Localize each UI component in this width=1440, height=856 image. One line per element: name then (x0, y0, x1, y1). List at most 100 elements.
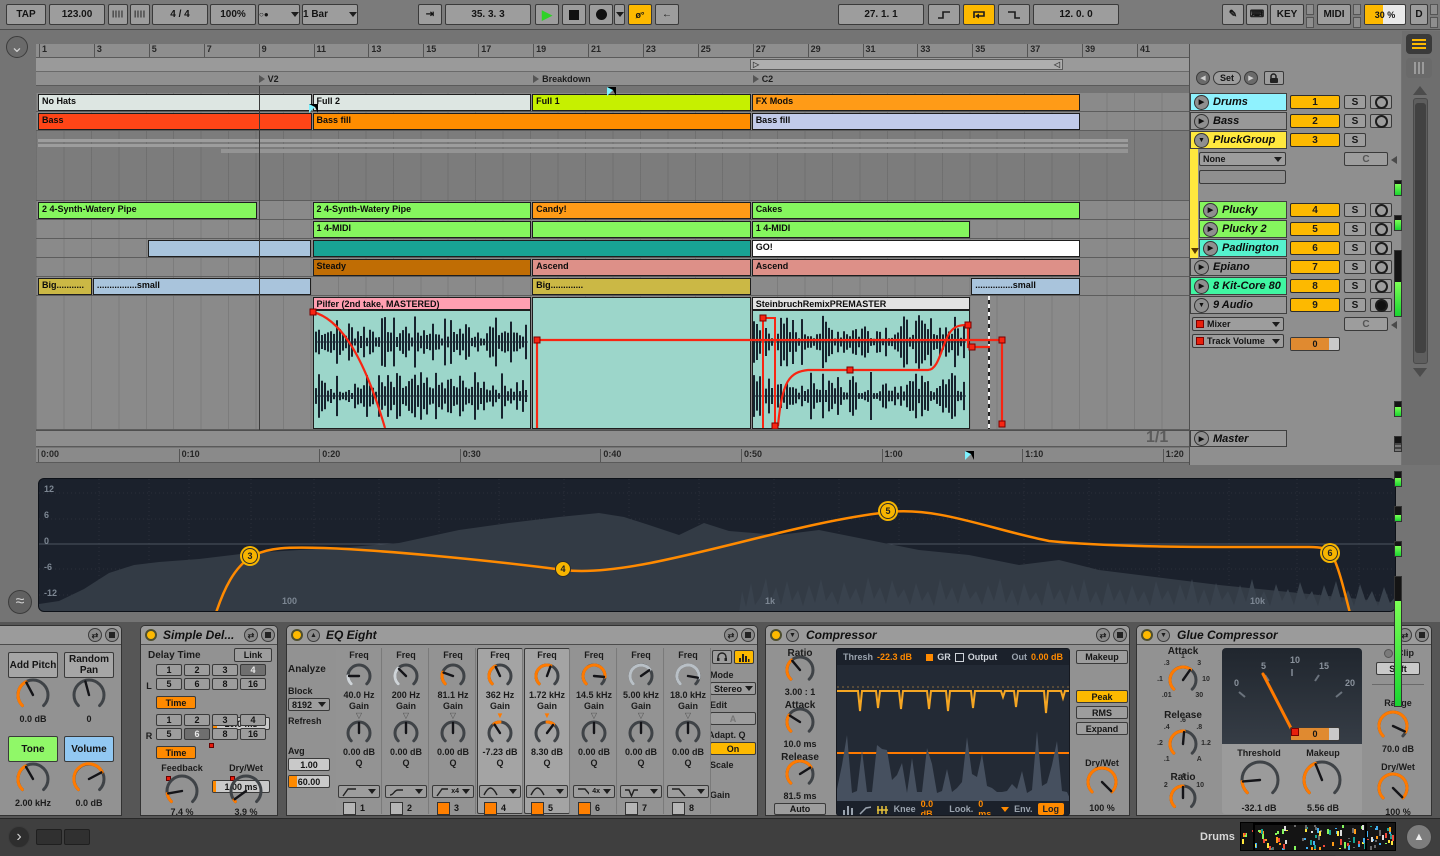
freq-knob[interactable] (391, 661, 421, 691)
gain-knob[interactable] (438, 718, 468, 748)
arm-button[interactable] (1370, 95, 1392, 109)
save-preset-icon[interactable] (1113, 628, 1127, 642)
scroll-up-icon[interactable] (1413, 86, 1427, 95)
track-header-8-kit-core-80[interactable]: ▶ 8 Kit-Core 80 (1190, 277, 1287, 295)
group-fold-icon[interactable] (1191, 248, 1199, 254)
delay-beat-button[interactable]: 8 (212, 728, 238, 740)
tap-tempo-button[interactable]: TAP (6, 4, 46, 25)
device-power-button[interactable] (1141, 629, 1153, 641)
freq-value[interactable]: 14.5 kHz (571, 690, 617, 700)
band-activator-row[interactable]: 6 (578, 801, 612, 815)
save-preset-icon[interactable] (1415, 628, 1429, 642)
ratio-value[interactable]: 3.00 : 1 (772, 687, 828, 697)
eq-band-handle-6[interactable]: 6 (1322, 545, 1338, 561)
device-power-button[interactable] (291, 629, 303, 641)
delay-beat-button[interactable]: 3 (212, 714, 238, 726)
macro-knob[interactable] (14, 760, 52, 798)
set-locator-button[interactable]: Set (1213, 71, 1241, 85)
locator-c2[interactable]: C2 (752, 73, 863, 85)
gain-knob[interactable] (391, 718, 421, 748)
eq-spectrum-panel[interactable] (38, 478, 1396, 612)
band-activator-row[interactable]: 4 (484, 801, 518, 815)
freq-value[interactable]: 1.72 kHz (524, 690, 570, 700)
hot-swap-icon[interactable]: ⇄ (1096, 628, 1110, 642)
band-checkbox[interactable] (343, 801, 356, 815)
gain-value[interactable]: 0.00 dB (665, 747, 711, 757)
rms-button[interactable]: RMS (1076, 706, 1128, 719)
clip[interactable]: 2 4-Synth-Watery Pipe (38, 202, 257, 219)
vertical-scrollbar[interactable] (1413, 98, 1428, 364)
freq-knob[interactable] (485, 661, 515, 691)
mode-selector[interactable]: Stereo (710, 682, 756, 695)
macro-knob[interactable] (14, 676, 52, 714)
drywet-knob[interactable] (227, 772, 265, 810)
glue-range-knob[interactable] (1375, 708, 1411, 744)
clip[interactable]: Big........... (38, 278, 92, 295)
clip[interactable] (312, 240, 751, 257)
clip[interactable]: No Hats (38, 94, 312, 111)
arm-button[interactable] (1370, 279, 1392, 293)
track-header-9-audio[interactable]: ▼ 9 Audio (1190, 296, 1287, 314)
extra-box[interactable] (1199, 170, 1286, 184)
solo-button[interactable]: S (1344, 241, 1366, 255)
loop-brace[interactable]: ▷ ◁ (750, 59, 1063, 70)
disk-overload-indicator[interactable]: D (1410, 4, 1428, 25)
hot-swap-icon[interactable]: ⇄ (88, 628, 102, 642)
l-time-mode-button[interactable]: Time (156, 696, 196, 709)
ruler-bar-label[interactable]: 13 (368, 44, 392, 57)
delay-beat-button[interactable]: 5 (156, 678, 182, 690)
filter-type-selector[interactable] (338, 785, 380, 798)
nudge-up-button[interactable]: |||| (130, 4, 150, 25)
send-amount[interactable]: 0 (1290, 337, 1340, 351)
play-button[interactable]: ▶ (535, 4, 559, 25)
audio-clip-body[interactable] (751, 310, 971, 429)
clip[interactable]: Bass (38, 113, 312, 130)
clip[interactable]: 1 4-MIDI (751, 221, 971, 238)
ruler-bar-label[interactable]: 19 (533, 44, 557, 57)
gain-value[interactable]: 8.30 dB (524, 747, 570, 757)
track-header-plucky-2[interactable]: ▶ Plucky 2 (1199, 220, 1287, 238)
follow-button[interactable]: ⇥ (418, 4, 442, 25)
time-signature-field[interactable]: 4 / 4 (152, 4, 208, 25)
scroll-down-icon[interactable] (1413, 368, 1427, 377)
clip[interactable]: ...............small (971, 278, 1081, 295)
chain-selector[interactable]: None (1199, 152, 1286, 166)
filter-type-selector[interactable] (667, 785, 709, 798)
locator-v2[interactable]: V2 (258, 73, 369, 85)
unfold-track-icon[interactable]: ▼ (1194, 132, 1209, 148)
filter-type-selector[interactable] (385, 785, 427, 798)
gain-value[interactable]: 0.00 dB (430, 747, 476, 757)
gain-value[interactable]: 0.00 dB (618, 747, 664, 757)
punch-out-button[interactable] (998, 4, 1030, 25)
track-number[interactable]: 5 (1290, 222, 1340, 236)
delay-beat-button[interactable]: 6 (184, 728, 210, 740)
rack-title-bar[interactable] (0, 626, 121, 645)
arrangement-position-field[interactable]: 35. 3. 3 (445, 4, 531, 25)
time-ruler-label[interactable]: 1:10 (1022, 449, 1058, 462)
quantization-menu[interactable]: 1 Bar (302, 4, 358, 25)
fold-device-icon[interactable]: ▼ (786, 629, 799, 642)
clip[interactable]: Ascend (751, 259, 1081, 276)
clip[interactable]: 2 4-Synth-Watery Pipe (312, 202, 532, 219)
tempo-field[interactable]: 123.00 (49, 4, 105, 25)
time-ruler-label[interactable]: 0:10 (178, 449, 215, 462)
delay-beat-button[interactable]: 6 (184, 678, 210, 690)
next-locator-button[interactable]: ▶ (1244, 71, 1258, 85)
freq-knob[interactable] (626, 661, 656, 691)
track-header-pluckgroup[interactable]: ▼ PluckGroup (1190, 131, 1287, 149)
solo-button[interactable]: S (1344, 95, 1366, 109)
thresh-value[interactable]: -22.3 dB (877, 652, 912, 662)
drywet-value[interactable]: 100 % (1076, 803, 1128, 813)
track-header-master[interactable]: ▶ Master (1190, 430, 1287, 447)
ruler-bar-label[interactable]: 33 (917, 44, 941, 57)
gain-knob[interactable] (485, 718, 515, 748)
clip[interactable]: Full 1 (532, 94, 751, 111)
clip[interactable] (147, 240, 312, 257)
delay-beat-button[interactable]: 2 (184, 714, 210, 726)
band-activator-row[interactable]: 5 (531, 801, 565, 815)
ruler-bar-label[interactable]: 11 (313, 44, 338, 57)
ruler-bar-label[interactable]: 21 (588, 44, 612, 57)
time-ruler-label[interactable]: 0:50 (741, 449, 777, 462)
clip[interactable] (532, 221, 751, 238)
unfold-device-icon[interactable]: ▲ (307, 629, 320, 642)
